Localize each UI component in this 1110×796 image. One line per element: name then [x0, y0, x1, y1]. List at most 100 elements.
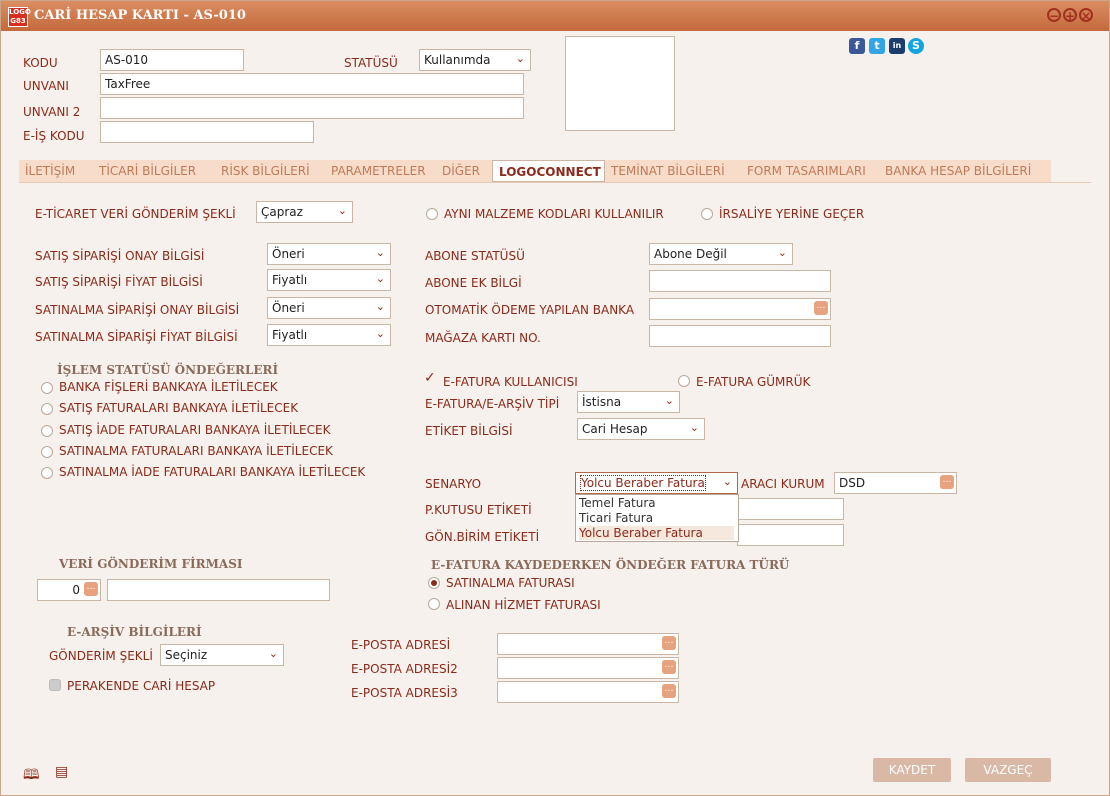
senaryo-select[interactable]: Yolcu Beraber Fatura ⌄	[575, 472, 738, 494]
araci-kurum-label: ARACI KURUM	[741, 477, 825, 491]
facebook-icon[interactable]: f	[849, 38, 865, 54]
gonderim-select[interactable]: Seçiniz ⌄	[160, 644, 284, 666]
eis-kodu-label: E-İŞ KODU	[23, 129, 85, 143]
etiket-select[interactable]: Cari Hesap ⌄	[577, 418, 705, 440]
window: LOGO G83 CARİ HESAP KARTI - AS-010 − + × …	[0, 0, 1110, 796]
eticaret-label: E-TİCARET VERİ GÖNDERİM ŞEKLİ	[35, 207, 236, 221]
eis-kodu-input[interactable]	[100, 121, 314, 143]
perakende-checkbox[interactable]	[49, 679, 61, 691]
gonderim-label: GÖNDERİM ŞEKLİ	[49, 649, 153, 663]
checkbox[interactable]	[41, 403, 53, 415]
lookup-button[interactable]: …	[662, 684, 676, 698]
close-icon[interactable]: ×	[1079, 8, 1093, 23]
chevron-down-icon: ⌄	[664, 394, 674, 407]
vazgec-button[interactable]: VAZGEÇ	[965, 758, 1051, 782]
lookup-button[interactable]: …	[662, 636, 676, 650]
tab-teminat-bilgileri[interactable]: TEMİNAT BİLGİLERİ	[605, 160, 741, 182]
tab-divider	[19, 182, 1091, 183]
efatura-kullanici-checkbox[interactable]: ✓	[424, 370, 437, 386]
tab-form-tasarimlari[interactable]: FORM TASARIMLARI	[741, 160, 879, 182]
efatura-tipi-select[interactable]: İstisna ⌄	[577, 391, 680, 413]
earsiv-title: E-ARŞİV BİLGİLERİ	[67, 625, 202, 639]
kodu-label: KODU	[23, 56, 58, 70]
statusu-label: STATÜSÜ	[344, 56, 398, 70]
satinalma-onay-select[interactable]: Öneri ⌄	[267, 297, 391, 319]
checkbox[interactable]	[41, 446, 53, 458]
ayni-malzeme-checkbox[interactable]	[426, 208, 438, 220]
satis-fiyat-select[interactable]: Fiyatlı ⌄	[267, 269, 391, 291]
checkbox[interactable]	[41, 467, 53, 479]
eticaret-select[interactable]: Çapraz ⌄	[256, 201, 353, 223]
checkmark-icon: ✓	[424, 370, 436, 386]
statusu-select[interactable]: Kullanımda ⌄	[419, 49, 531, 71]
dropdown-option[interactable]: Temel Fatura	[579, 496, 656, 510]
alinan-hizmet-radio[interactable]	[428, 598, 440, 610]
lookup-button[interactable]: …	[662, 660, 676, 674]
unvani2-label: UNVANI 2	[23, 105, 81, 119]
tab-banka-hesap-bilgileri[interactable]: BANKA HESAP BİLGİLERİ	[879, 160, 1051, 182]
tab-diger[interactable]: DİĞER	[436, 160, 492, 182]
veri-gonderim-name[interactable]	[107, 579, 330, 601]
satis-fiyat-value: Fiyatlı	[272, 273, 308, 287]
ayni-malzeme-label: AYNI MALZEME KODLARI KULLANILIR	[444, 207, 664, 221]
senaryo-value: Yolcu Beraber Fatura	[580, 475, 706, 491]
tab-logoconnect[interactable]: LOGOCONNECT	[492, 160, 605, 182]
satis-fiyat-label: SATIŞ SİPARİŞİ FİYAT BİLGİSİ	[35, 275, 203, 289]
lookup-button[interactable]: …	[940, 475, 954, 489]
twitter-icon[interactable]: t	[869, 38, 885, 54]
efatura-gumruk-checkbox[interactable]	[678, 375, 690, 387]
chevron-down-icon: ⌄	[375, 327, 385, 340]
minimize-icon[interactable]: −	[1047, 8, 1061, 23]
app-logo-icon: LOGO G83	[8, 7, 31, 27]
perakende-label: PERAKENDE CARİ HESAP	[67, 679, 216, 693]
satinalma-fiyat-select[interactable]: Fiyatlı ⌄	[267, 324, 391, 346]
satinalma-faturasi-radio[interactable]	[428, 577, 440, 589]
tab-iletisim[interactable]: İLETİŞİM	[19, 160, 93, 182]
lookup-button[interactable]: …	[84, 582, 98, 596]
unvani-input[interactable]: TaxFree	[100, 73, 524, 95]
unvani2-input[interactable]	[100, 97, 524, 119]
pkutusu-input[interactable]	[737, 498, 844, 520]
dropdown-option[interactable]: Ticari Fatura	[579, 511, 653, 525]
kaydederken-title: E-FATURA KAYDEDERKEN ÖNDEĞER FATURA TÜRÜ	[431, 558, 790, 572]
magaza-label: MAĞAZA KARTI NO.	[425, 331, 541, 345]
islem-item-label: SATINALMA İADE FATURALARI BANKAYA İLETİL…	[59, 465, 366, 479]
eposta3-input[interactable]: …	[497, 681, 679, 703]
otomatik-odeme-input[interactable]: …	[649, 298, 831, 320]
eposta2-input[interactable]: …	[497, 657, 679, 679]
satis-onay-select[interactable]: Öneri ⌄	[267, 243, 391, 265]
araci-kurum-input[interactable]: DSD…	[834, 472, 957, 494]
chevron-down-icon: ⌄	[722, 475, 732, 488]
senaryo-dropdown: Temel Fatura Ticari Fatura Yolcu Beraber…	[575, 494, 739, 542]
book-icon[interactable]: 🕮	[23, 764, 40, 788]
satinalma-fiyat-value: Fiyatlı	[272, 328, 308, 342]
irsaliye-checkbox[interactable]	[701, 208, 713, 220]
tab-risk-bilgileri[interactable]: RİSK BİLGİLERİ	[215, 160, 325, 182]
kaydet-button[interactable]: KAYDET	[873, 758, 951, 782]
linkedin-icon[interactable]: in	[889, 38, 905, 54]
eposta1-input[interactable]: …	[497, 633, 679, 655]
abone-ek-input[interactable]	[649, 270, 831, 292]
efatura-gumruk-label: E-FATURA GÜMRÜK	[696, 375, 811, 389]
gonbirim-input[interactable]	[737, 524, 844, 546]
abone-statu-select[interactable]: Abone Değil ⌄	[649, 243, 793, 265]
checkbox[interactable]	[41, 425, 53, 437]
otomatik-odeme-label: OTOMATİK ÖDEME YAPILAN BANKA	[425, 303, 635, 317]
islem-item-label: SATIŞ İADE FATURALARI BANKAYA İLETİLECEK	[59, 423, 331, 437]
kodu-input[interactable]: AS-010	[100, 49, 244, 71]
unvani-label: UNVANI	[23, 79, 69, 93]
maximize-icon[interactable]: +	[1063, 8, 1077, 23]
tab-parametreler[interactable]: PARAMETRELER	[325, 160, 436, 182]
veri-gonderim-code[interactable]: 0…	[37, 579, 101, 601]
checkbox[interactable]	[41, 382, 53, 394]
dropdown-option-selected[interactable]: Yolcu Beraber Fatura	[579, 526, 734, 540]
lookup-button[interactable]: …	[814, 301, 828, 315]
tab-ticari-bilgiler[interactable]: TİCARİ BİLGİLER	[93, 160, 215, 182]
skype-icon[interactable]: S	[908, 38, 924, 54]
document-icon[interactable]: ▤	[55, 764, 68, 780]
magaza-input[interactable]	[649, 325, 831, 347]
chevron-down-icon: ⌄	[689, 421, 699, 434]
irsaliye-label: İRSALİYE YERİNE GEÇER	[719, 207, 865, 221]
satis-onay-label: SATIŞ SİPARİŞİ ONAY BİLGİSİ	[35, 249, 205, 263]
photo-box[interactable]	[565, 36, 675, 131]
